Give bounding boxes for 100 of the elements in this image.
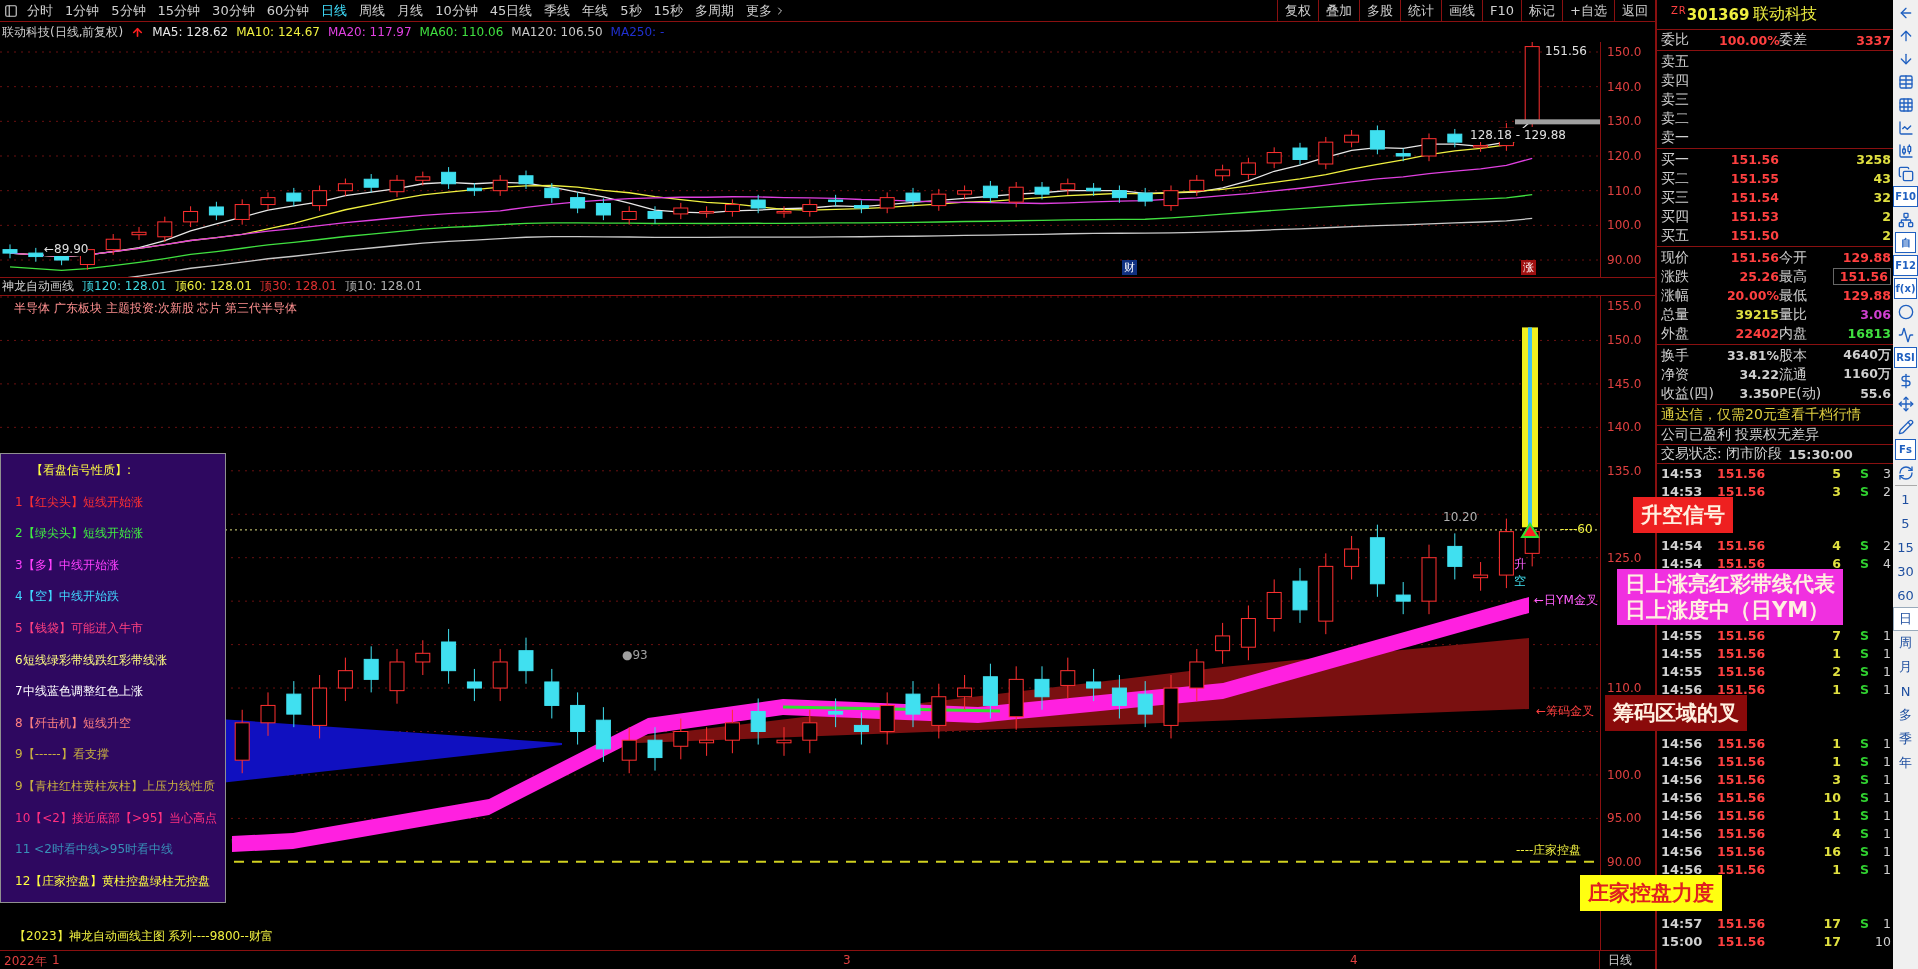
tool-button[interactable]: F12	[1893, 255, 1918, 276]
period-button[interactable]: 季	[1893, 728, 1918, 750]
tick-price: 151.56	[1717, 537, 1767, 553]
period-tab[interactable]: 15秒	[647, 0, 690, 21]
tick-side: S	[1859, 483, 1869, 499]
legend-item: 9【青柱红柱黄柱灰柱】上压力线性质	[15, 778, 216, 796]
tick-count: 1	[1882, 645, 1891, 661]
tool-button[interactable]: f(x)	[1893, 278, 1918, 299]
bid-level: 买三	[1661, 188, 1690, 207]
tick-side: S	[1859, 735, 1869, 751]
period-tab[interactable]: 周线	[353, 0, 392, 21]
ma-value: MA60: 110.06	[419, 25, 504, 39]
tick-volume: 10	[1822, 789, 1841, 805]
period-button[interactable]: 多	[1893, 704, 1918, 726]
tick-volume: 1	[1831, 735, 1841, 751]
period-tab[interactable]: 45日线	[483, 0, 539, 21]
period-button[interactable]: 15	[1893, 536, 1918, 558]
tick-time: 14:55	[1661, 645, 1704, 661]
signal-callout: 升空信号	[1633, 497, 1733, 533]
event-marker: 涨	[1521, 260, 1536, 275]
tick-volume: 4	[1831, 825, 1841, 841]
tick-price: 151.56	[1717, 861, 1767, 877]
period-tab[interactable]: 分时	[21, 0, 59, 21]
period-tab[interactable]: 月线	[391, 0, 430, 21]
chart-annotation: ←日YM金叉	[1534, 592, 1598, 609]
chart-title: 联动科技(日线,前复权)	[2, 23, 124, 41]
period-button[interactable]: 30	[1893, 560, 1918, 582]
tick-price: 151.56	[1717, 483, 1767, 499]
date-label: 3	[843, 953, 851, 967]
legend-title: 【看盘信号性质】:	[30, 462, 133, 479]
axis-label: 120.0	[1607, 149, 1642, 163]
axis-label: 100.0	[1607, 767, 1642, 782]
period-tab[interactable]: 季线	[538, 0, 577, 21]
tick-volume: 2	[1831, 663, 1841, 679]
period-button[interactable]: 60	[1893, 584, 1918, 606]
quote-value: 55.6	[1859, 386, 1891, 401]
tick-price: 151.56	[1717, 771, 1767, 787]
triangle-signal-icon	[1520, 522, 1540, 538]
bid-price: 151.56	[1729, 152, 1779, 167]
tick-volume: 1	[1831, 681, 1841, 697]
tick-price: 151.56	[1717, 807, 1767, 823]
tick-price: 151.56	[1717, 933, 1767, 949]
tool-button[interactable]: RSI	[1894, 347, 1917, 368]
period-button[interactable]: 5	[1893, 512, 1918, 534]
quote-label: PE(动)	[1779, 384, 1823, 403]
period-tab[interactable]: 5分钟	[105, 0, 152, 21]
status-time: 15:30:00	[1788, 446, 1853, 462]
quote-label: 内盘	[1779, 324, 1808, 343]
period-tab[interactable]: 1分钟	[59, 0, 106, 21]
period-tab[interactable]: 30分钟	[206, 0, 261, 21]
bid-volume: 43	[1872, 171, 1891, 186]
period-button[interactable]: 周	[1893, 632, 1918, 654]
tick-volume: 1	[1831, 861, 1841, 877]
axis-label: 90.00	[1607, 253, 1642, 267]
period-tab[interactable]: 年线	[576, 0, 615, 21]
chart-annotation: 升	[1514, 556, 1526, 573]
quote-value: 3.350	[1738, 386, 1779, 401]
tick-count: 1	[1882, 843, 1891, 859]
tick-volume: 6	[1831, 555, 1841, 571]
tick-price: 151.56	[1717, 843, 1767, 859]
tick-time: 14:55	[1661, 627, 1704, 643]
tick-volume: 3	[1831, 483, 1841, 499]
period-tab[interactable]: 多周期	[689, 0, 741, 21]
company-info: 公司已盈利 投票权无差异	[1661, 426, 1820, 444]
axis-label: 95.00	[1607, 811, 1642, 826]
tool-button[interactable]: Fs	[1895, 439, 1916, 460]
ask-level: 卖五	[1661, 52, 1690, 71]
period-tab[interactable]: 60分钟	[260, 0, 316, 21]
tick-price: 151.56	[1717, 627, 1767, 643]
bid-volume: 2	[1881, 228, 1891, 243]
tick-price: 151.56	[1717, 825, 1767, 841]
quote-value: 1160万	[1842, 366, 1891, 383]
tick-side: S	[1859, 465, 1869, 481]
tick-price: 151.56	[1717, 681, 1767, 697]
quote-value: 3337	[1855, 32, 1891, 48]
period-tab[interactable]: 更多	[740, 0, 793, 21]
tick-count: 1	[1882, 627, 1891, 643]
period-tab[interactable]: 15分钟	[151, 0, 207, 21]
quote-value: 20.00%	[1725, 288, 1779, 303]
period-button[interactable]: 年	[1893, 752, 1918, 774]
axis-label: 100.0	[1607, 218, 1642, 233]
period-tab[interactable]: 10分钟	[429, 0, 484, 21]
tick-count: 1	[1882, 753, 1891, 769]
period-button[interactable]: N	[1893, 680, 1918, 702]
period-tab[interactable]: 5秒	[614, 0, 648, 21]
period-tab[interactable]: 日线	[315, 0, 354, 21]
axis-label: 145.0	[1607, 376, 1642, 391]
period-button[interactable]: 1	[1893, 488, 1918, 510]
quote-value: 129.88	[1841, 288, 1891, 303]
arrow-up-icon	[131, 25, 145, 39]
tool-button[interactable]: 自	[1895, 232, 1916, 253]
event-marker: 财	[1122, 260, 1137, 275]
tick-time: 14:56	[1661, 753, 1704, 769]
quote-label: 量比	[1779, 305, 1808, 324]
tick-time: 14:56	[1661, 861, 1704, 877]
legend-item: 1【红尖头】短线开始涨	[15, 493, 144, 511]
tool-button[interactable]: F10	[1893, 186, 1918, 207]
period-button[interactable]: 月	[1893, 656, 1918, 678]
period-button[interactable]: 日	[1893, 608, 1918, 630]
tick-price: 151.56	[1717, 915, 1767, 931]
